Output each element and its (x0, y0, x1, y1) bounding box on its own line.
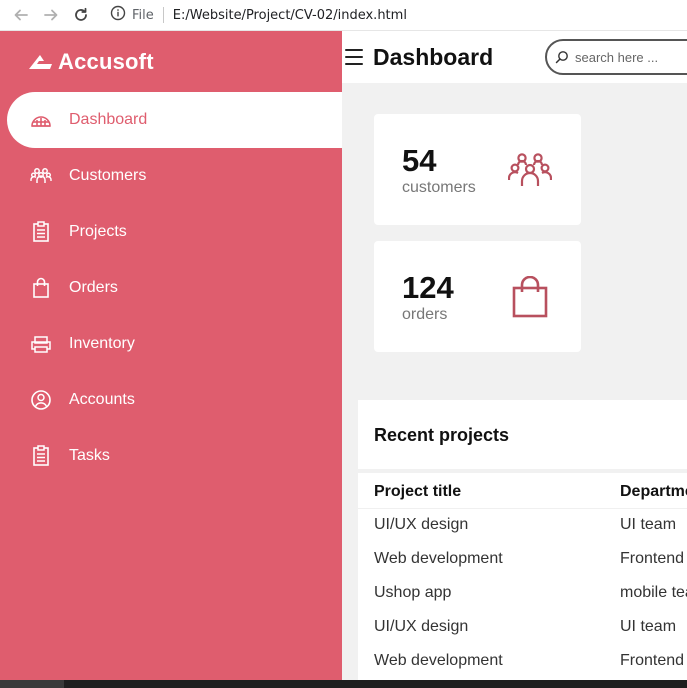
sidebar-item-label: Accounts (69, 391, 135, 408)
os-taskbar (0, 680, 687, 688)
address-bar-url[interactable]: E:/Website/Project/CV-02/index.html (173, 8, 407, 23)
arrow-left-icon (14, 9, 28, 21)
top-header: Dashboard (342, 31, 687, 83)
sidebar-item-label: Customers (69, 167, 147, 184)
dashboard-icon (30, 109, 52, 131)
arrow-right-icon (44, 9, 58, 21)
table-row[interactable]: Web development Frontend (358, 543, 687, 577)
printer-icon (30, 333, 52, 355)
customers-label: customers (402, 179, 476, 196)
table-row[interactable]: Ushop app mobile tea (358, 577, 687, 611)
customers-icon (507, 152, 553, 193)
project-title-cell: Ushop app (374, 584, 452, 601)
table-row[interactable]: UI/UX design UI team (358, 509, 687, 543)
menu-toggle-icon[interactable] (345, 49, 363, 65)
projects-table: Project title Departme UI/UX design UI t… (358, 476, 687, 679)
sidebar-item-label: Orders (69, 279, 118, 296)
sidebar-item-label: Projects (69, 223, 127, 240)
sidebar-item-customers[interactable]: Customers (0, 148, 342, 204)
address-separator (162, 7, 164, 23)
sidebar-item-label: Tasks (69, 447, 110, 464)
search-input[interactable] (573, 48, 687, 66)
sidebar-item-tasks[interactable]: Tasks (0, 428, 342, 484)
project-title-cell: Web development (374, 550, 503, 567)
site-info-icon[interactable] (110, 5, 126, 25)
sidebar-menu: Dashboard Customers Projects Orders Inve… (0, 92, 342, 484)
sidebar-item-orders[interactable]: Orders (0, 260, 342, 316)
department-cell: Frontend (620, 550, 685, 567)
recent-projects-panel: Recent projects Project title Departme U… (358, 400, 687, 688)
department-cell: mobile tea (620, 584, 687, 601)
sidebar-item-label: Dashboard (69, 111, 148, 128)
panel-divider (358, 469, 687, 473)
reload-icon (75, 7, 87, 21)
search-icon (555, 51, 568, 64)
shopping-bag-icon (512, 275, 548, 323)
sidebar-item-projects[interactable]: Projects (0, 204, 342, 260)
sidebar-item-dashboard[interactable]: Dashboard (7, 92, 342, 148)
page-title: Dashboard (373, 43, 494, 70)
table-row[interactable]: UI/UX design UI team (358, 611, 687, 645)
recent-projects-title: Recent projects (374, 425, 510, 445)
customers-count: 54 (402, 143, 437, 178)
project-title-cell: Web development (374, 652, 503, 669)
project-title-cell: UI/UX design (374, 618, 469, 635)
back-button[interactable] (8, 2, 34, 28)
column-header-department: Departme (620, 483, 687, 500)
accusoft-logo-icon (29, 55, 52, 69)
reload-button[interactable] (68, 2, 94, 28)
orders-count: 124 (402, 270, 454, 305)
brand-logo[interactable]: Accusoft (28, 49, 154, 75)
department-cell: UI team (620, 516, 677, 533)
browser-toolbar: File E:/Website/Project/CV-02/index.html (0, 0, 687, 31)
stat-card-customers[interactable]: 54 customers (374, 114, 581, 225)
file-scheme-label: File (132, 7, 154, 23)
department-cell: UI team (620, 618, 677, 635)
search-box[interactable] (545, 39, 687, 75)
orders-label: orders (402, 306, 448, 323)
sidebar-item-inventory[interactable]: Inventory (0, 316, 342, 372)
sidebar-item-label: Inventory (69, 335, 135, 352)
clipboard-icon (30, 445, 52, 467)
brand-name: Accusoft (58, 49, 154, 74)
column-header-project-title: Project title (374, 483, 462, 500)
stat-card-orders[interactable]: 124 orders (374, 241, 581, 352)
sidebar-item-accounts[interactable]: Accounts (0, 372, 342, 428)
table-header-row: Project title Departme (358, 476, 687, 509)
department-cell: Frontend (620, 652, 685, 669)
sidebar: Accusoft Dashboard Customers Projects Or… (0, 31, 342, 680)
forward-button[interactable] (38, 2, 64, 28)
project-title-cell: UI/UX design (374, 516, 469, 533)
clipboard-icon (30, 221, 52, 243)
customers-icon (30, 165, 52, 187)
shopping-bag-icon (30, 277, 52, 299)
table-row[interactable]: Web development Frontend (358, 645, 687, 679)
user-circle-icon (30, 389, 52, 411)
